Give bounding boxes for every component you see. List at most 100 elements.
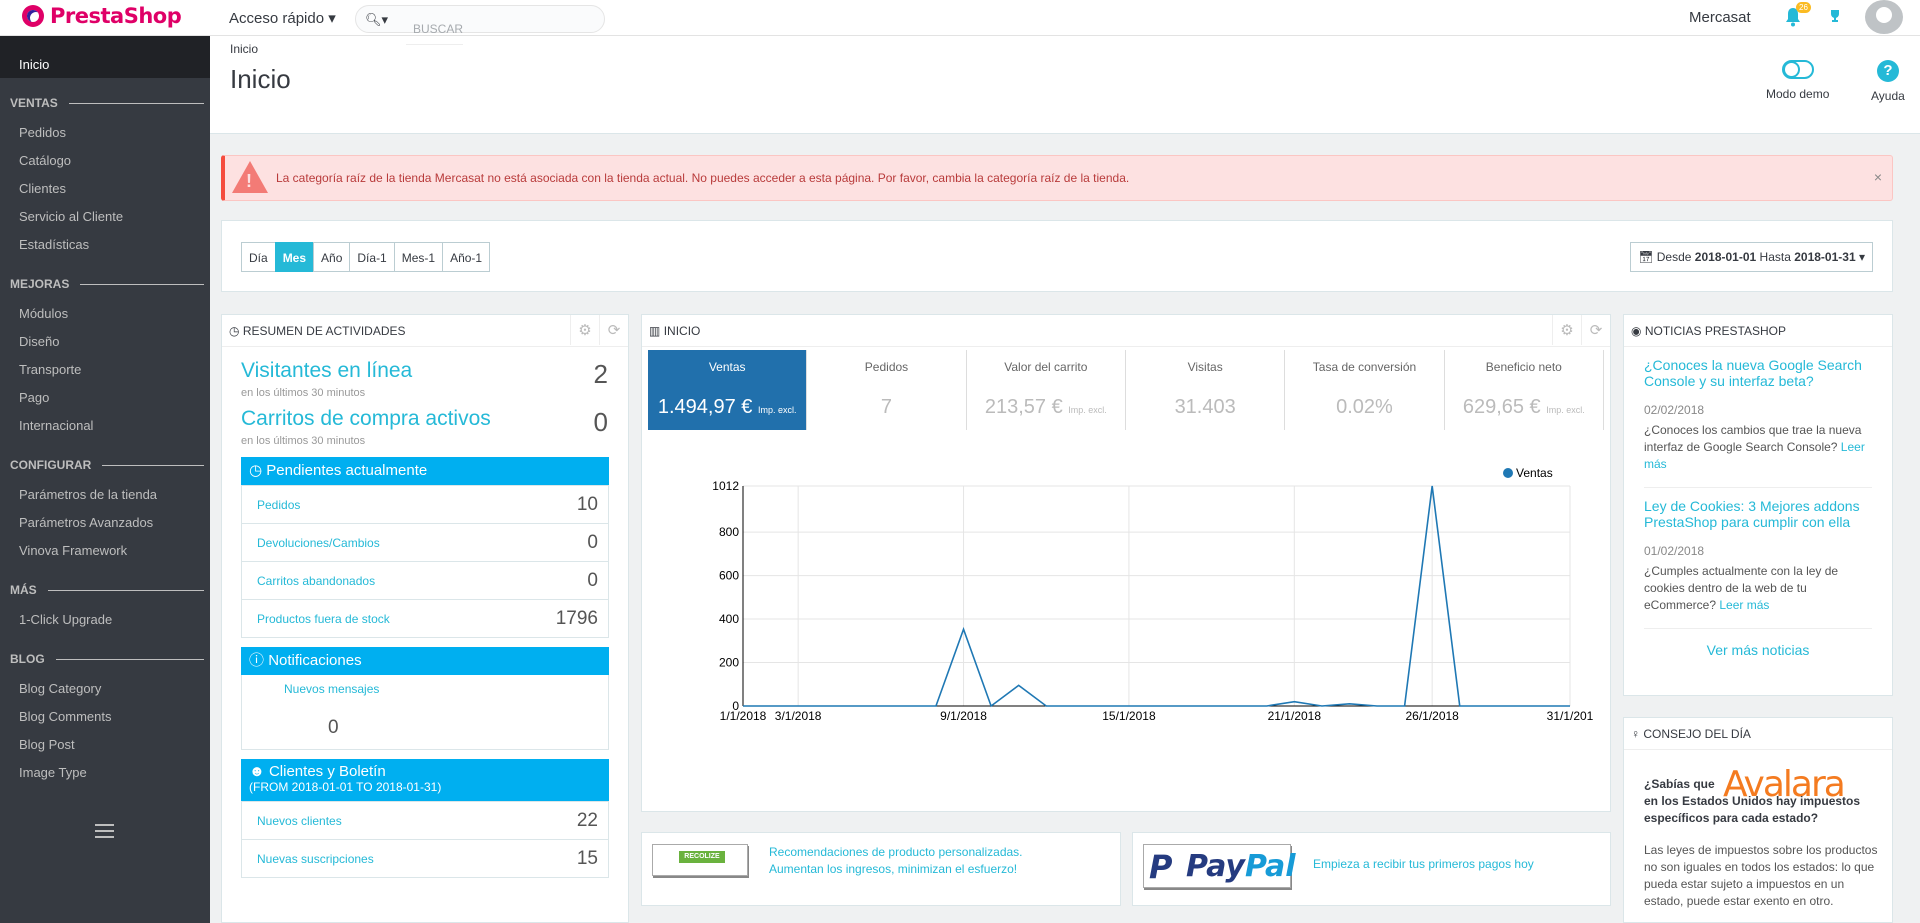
kpi-label: Ventas [708,360,746,374]
list-item-link[interactable]: Productos fuera de stock [257,612,390,626]
online-visitors-row: Visitantes en línea 2 [222,359,628,390]
x-tick-label: 3/1/2018 [775,709,822,723]
sidebar-item[interactable]: Blog Category [0,675,210,703]
sidebar-item[interactable]: Pago [0,384,210,412]
dashboard-title: INICIO [663,324,701,338]
search-input[interactable]: 🔍︎▾ Buscar [355,5,605,45]
period-button[interactable]: Año-1 [442,242,491,272]
news-panel-header: ◉ NOTICIAS PRESTASHOP [1624,315,1892,347]
sidebar-item[interactable]: Blog Post [0,731,210,759]
settings-gear-icon[interactable]: ⚙ [570,315,599,345]
news-item: ¿Conoces la nueva Google Search Console … [1644,347,1872,488]
sidebar-item[interactable]: Parámetros Avanzados [0,509,210,537]
menu-collapse-icon[interactable] [95,824,114,838]
tip-question-a: ¿Sabías que [1644,777,1715,791]
sidebar-item[interactable]: Clientes [0,175,210,203]
sidebar-item[interactable]: 1-Click Upgrade [0,606,210,634]
activity-title: RESUMEN DE ACTIVIDADES [242,324,406,338]
read-more-link[interactable]: Leer más [1719,598,1769,612]
sidebar-item[interactable]: Módulos [0,300,210,328]
alert-message: La categoría raíz de la tienda Mercasat … [276,171,1130,185]
sidebar-section-title: CONFIGURAR [10,458,92,472]
range-from-label: Desde [1656,250,1692,264]
pending-title: Pendientes actualmente [266,462,428,479]
period-button[interactable]: Mes-1 [393,242,444,272]
sidebar-item[interactable]: Transporte [0,356,210,384]
sidebar-section-title: VENTAS [10,96,58,110]
list-item-link[interactable]: Nuevos clientes [257,814,342,828]
user-avatar[interactable] [1865,0,1903,34]
y-tick-label: 600 [719,569,739,583]
list-item-value: 22 [576,809,598,831]
legend-label: Ventas [1516,466,1553,480]
notifications-box: Nuevos mensajes 0 [241,675,609,750]
trophy-icon[interactable] [1828,9,1842,26]
range-from-date: 2018-01-01 [1694,250,1757,264]
sidebar-item[interactable]: Catálogo [0,147,210,175]
news-panel: ◉ NOTICIAS PRESTASHOP ¿Conoces la nueva … [1623,314,1893,696]
sidebar-item[interactable]: Estadísticas [0,231,210,259]
x-tick-label: 1/1/2018 [720,709,767,723]
read-more-link[interactable]: Leer más [1644,440,1865,471]
y-tick-label: 200 [719,656,739,670]
sidebar-item[interactable]: Servicio al Cliente [0,203,210,231]
sidebar-item[interactable]: Parámetros de la tienda [0,481,210,509]
tip-panel: ♀ CONSEJO DEL DÍA Avalara ¿Sabías que en… [1623,717,1893,923]
sidebar-item[interactable]: Pedidos [0,119,210,147]
period-button[interactable]: Mes [274,242,315,272]
sidebar-item[interactable]: Blog Comments [0,703,210,731]
help-button[interactable]: ? Ayuda [1871,60,1905,103]
list-item-value: 0 [587,531,598,553]
error-alert: La categoría raíz de la tienda Mercasat … [221,155,1893,201]
date-range-picker[interactable]: 📅︎ Desde 2018-01-01 Hasta 2018-01-31 ▾ [1630,242,1873,272]
calendar-icon: 📅︎ [1638,250,1654,264]
recolize-banner[interactable]: RECOLIZE Recomendaciones de producto per… [641,832,1121,906]
x-tick-label: 31/1/201 [1547,709,1594,723]
new-messages-link[interactable]: Nuevos mensajes [284,682,379,696]
list-item-link[interactable]: Carritos abandonados [257,574,375,588]
paypal-banner[interactable]: PayPal Empieza a recibir tus primeros pa… [1132,832,1611,906]
prestashop-bird-icon [22,5,44,27]
paypal-logo: PayPal [1143,844,1296,889]
sidebar-item-home[interactable]: Inicio [0,36,210,78]
notifications-bell-icon[interactable]: 26 [1784,2,1811,30]
sidebar-item[interactable]: Vinova Framework [0,537,210,565]
sidebar-divider [47,589,204,591]
prestashop-logo[interactable]: PrestaShop [22,4,182,28]
close-alert-icon[interactable]: × [1874,169,1882,185]
paypal-text[interactable]: Empieza a recibir tus primeros pagos hoy [1313,857,1534,871]
news-item-title[interactable]: ¿Conoces la nueva Google Search Console … [1644,357,1872,389]
active-carts-link[interactable]: Carritos de compra activos [241,407,491,438]
list-item-link[interactable]: Pedidos [257,498,300,512]
news-item-title[interactable]: Ley de Cookies: 3 Mejores addons PrestaS… [1644,498,1872,530]
period-button[interactable]: Día-1 [349,242,395,272]
sidebar-item[interactable]: Image Type [0,759,210,787]
online-visitors-link[interactable]: Visitantes en línea [241,359,412,390]
period-button[interactable]: Año [313,242,351,272]
news-item: Ley de Cookies: 3 Mejores addons PrestaS… [1644,488,1872,629]
sidebar-item[interactable]: Internacional [0,412,210,440]
refresh-icon[interactable]: ⟳ [599,315,628,345]
range-to-date: 2018-01-31 [1794,250,1856,264]
period-button[interactable]: Día [241,242,276,272]
list-item-link[interactable]: Nuevas suscripciones [257,852,374,866]
clients-list: Nuevos clientes 22 Nuevas suscripciones 15 [241,801,609,878]
dashboard-panel: ▥ INICIO ⚙ ⟳ Ventas 1.494,97 € Imp. excl. P… [641,314,1611,812]
refresh-icon[interactable]: ⟳ [1581,315,1610,345]
search-icon[interactable]: 🔍︎▾ [365,12,388,28]
sidebar-divider [68,102,204,104]
notification-count-badge: 26 [1796,2,1811,13]
sidebar-item[interactable]: Diseño [0,328,210,356]
list-item: Nuevas suscripciones 15 [242,839,608,877]
shop-name-link[interactable]: Mercasat [1689,9,1751,26]
more-news-text[interactable]: Ver más noticias [1707,642,1810,658]
quick-access-menu[interactable]: Acceso rápido ▾ [229,9,336,27]
more-news-link[interactable]: Ver más noticias [1624,642,1892,658]
settings-gear-icon[interactable]: ⚙ [1552,315,1581,345]
list-item-link[interactable]: Devoluciones/Cambios [257,536,380,550]
recolize-line1: Recomendaciones de producto personalizad… [769,845,1023,859]
demo-mode-toggle[interactable]: Modo demo [1766,60,1829,101]
recolize-line2: Aumentan los ingresos, minimizan el esfu… [769,862,1018,876]
breadcrumb[interactable]: Inicio [230,42,258,56]
recolize-text[interactable]: Recomendaciones de producto personalizad… [769,844,1023,878]
